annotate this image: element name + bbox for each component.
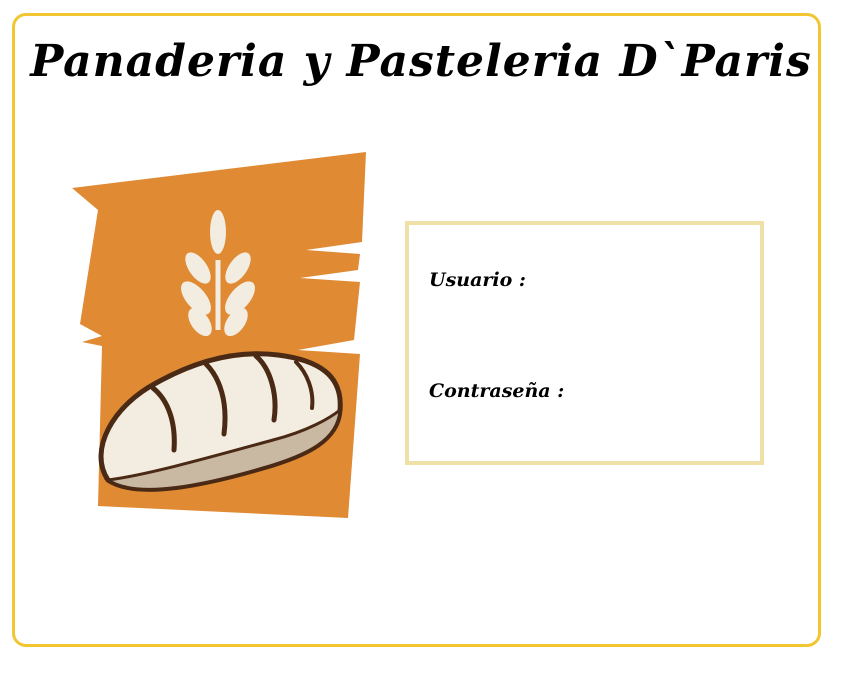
password-label: Contraseña : <box>429 380 565 402</box>
user-input[interactable] <box>539 269 739 295</box>
password-input[interactable] <box>574 380 744 406</box>
login-panel: Usuario : Contraseña : <box>405 221 764 465</box>
user-label: Usuario : <box>429 269 526 291</box>
bread-and-wheat-icon <box>72 152 366 518</box>
app-title: Panaderia y Pasteleria D`Paris <box>30 36 812 87</box>
